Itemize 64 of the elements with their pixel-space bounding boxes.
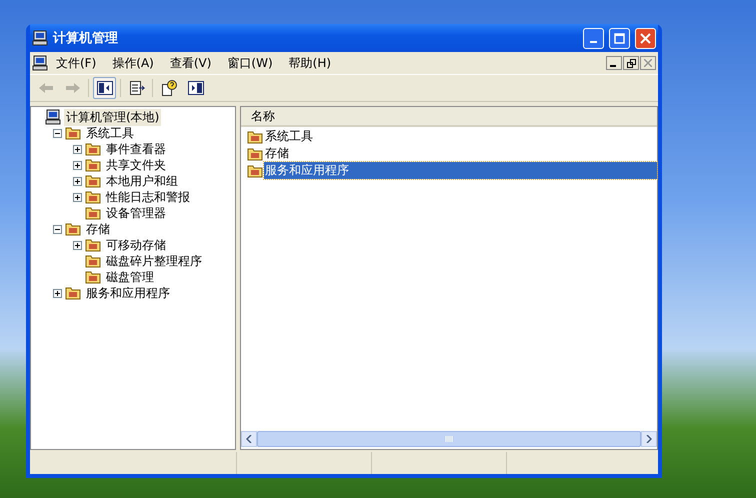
tree-item[interactable]: 磁盘管理 — [104, 268, 156, 286]
collapse-icon[interactable] — [53, 128, 62, 138]
help-icon — [160, 80, 176, 96]
tree-item[interactable]: 存储 — [84, 220, 112, 238]
folder-icon — [85, 269, 101, 285]
app-icon — [32, 30, 48, 46]
menu-item[interactable]: 文件(F) — [48, 52, 104, 74]
menu-item[interactable]: 查看(V) — [162, 52, 220, 74]
collapse-icon[interactable] — [53, 224, 62, 234]
expand-icon[interactable] — [73, 144, 82, 154]
panel-icon — [96, 81, 112, 95]
computer-icon — [45, 109, 61, 125]
menu-item[interactable]: 窗口(W) — [219, 52, 281, 74]
tree-item[interactable]: 事件查看器 — [104, 140, 168, 158]
list-item[interactable]: 服务和应用程序 — [264, 162, 657, 179]
minimize-icon — [590, 41, 597, 43]
maximize-icon — [614, 32, 625, 44]
tree-item[interactable]: 设备管理器 — [104, 204, 168, 222]
restore-button[interactable] — [623, 56, 639, 70]
forward-arrow-icon — [64, 82, 80, 94]
panel-icon — [188, 81, 204, 95]
folder-icon — [85, 173, 101, 189]
folder-icon — [85, 253, 101, 269]
tree-item[interactable]: 磁盘碎片整理程序 — [104, 252, 204, 270]
list-item[interactable]: 存储 — [264, 145, 290, 162]
folder-icon — [65, 125, 81, 141]
menu-item[interactable]: 帮助(H) — [280, 52, 340, 74]
folder-icon — [85, 237, 101, 253]
close-icon — [640, 32, 651, 44]
horizontal-scrollbar[interactable] — [241, 431, 657, 447]
window-title: 计算机管理 — [53, 30, 119, 47]
grip-icon — [445, 436, 453, 442]
folder-icon — [247, 162, 263, 178]
tree-item[interactable]: 共享文件夹 — [104, 156, 168, 174]
expand-icon[interactable] — [73, 176, 82, 186]
back-arrow-icon — [38, 82, 54, 94]
maximize-button[interactable] — [609, 28, 630, 48]
menu-item[interactable]: 操作(A) — [104, 52, 162, 74]
folder-icon — [85, 157, 101, 173]
list-item[interactable]: 系统工具 — [264, 128, 314, 145]
console-tree-button[interactable] — [93, 77, 116, 99]
tree-item[interactable]: 服务和应用程序 — [84, 284, 172, 302]
close-icon — [644, 59, 652, 67]
folder-icon — [65, 221, 81, 237]
tree-item[interactable]: 计算机管理(本地) — [64, 108, 162, 126]
tree-item[interactable]: 可移动存储 — [104, 236, 168, 254]
folder-icon — [247, 146, 263, 162]
expand-icon[interactable] — [73, 160, 82, 170]
minimize-button[interactable] — [606, 56, 622, 70]
tree-item[interactable]: 本地用户和组 — [104, 172, 180, 190]
expand-icon[interactable] — [73, 240, 82, 250]
folder-icon — [85, 141, 101, 157]
folder-icon — [247, 128, 263, 144]
folder-icon — [85, 189, 101, 205]
tree-item[interactable]: 系统工具 — [84, 124, 136, 142]
app-menu-icon — [32, 55, 48, 71]
folder-icon — [65, 285, 81, 301]
expand-icon[interactable] — [53, 288, 62, 298]
tree-item[interactable]: 性能日志和警报 — [104, 188, 192, 206]
folder-icon — [85, 205, 101, 221]
document-arrow-icon — [128, 80, 144, 96]
expand-icon[interactable] — [73, 192, 82, 202]
column-header[interactable]: 名称 — [241, 107, 657, 127]
restore-icon — [626, 58, 636, 68]
